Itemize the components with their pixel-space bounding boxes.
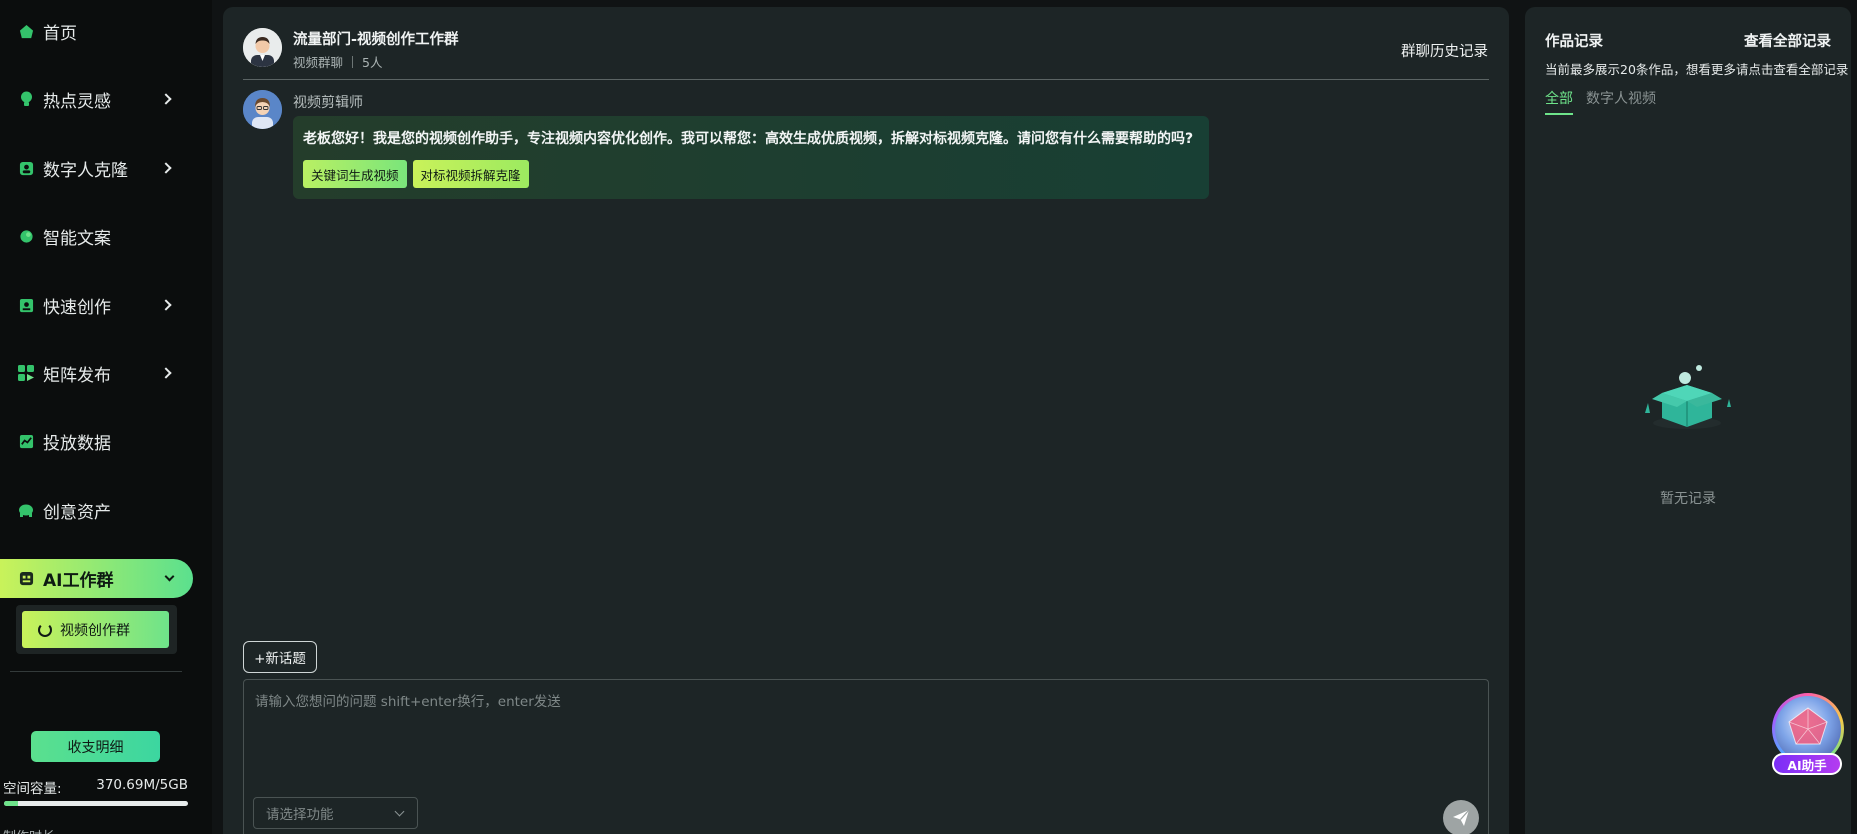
chat-header: 流量部门-视频创作工作群 视频群聊 5人 群聊历史记录	[223, 7, 1509, 80]
sidebar: 首页 热点灵感 数字人克隆 智能文案 快速创作 矩阵发布 投放数据 创意资产 A…	[0, 0, 212, 834]
ai-assistant-button[interactable]: AI助手	[1770, 693, 1846, 777]
ledger-button[interactable]: 收支明细	[31, 731, 160, 762]
chat-history-link[interactable]: 群聊历史记录	[1401, 40, 1488, 61]
view-all-works-link[interactable]: 查看全部记录	[1744, 30, 1831, 51]
bulb-icon	[18, 91, 34, 107]
sidebar-item-label: 快速创作	[43, 297, 111, 318]
keyword-video-button[interactable]: 关键词生成视频	[303, 160, 407, 188]
chevron-down-icon	[164, 571, 175, 582]
chevron-right-icon	[160, 367, 172, 379]
assets-icon	[18, 502, 34, 518]
sidebar-item-label: 智能文案	[43, 228, 111, 249]
storage-label: 空间容量:	[3, 781, 62, 797]
tab-all[interactable]: 全部	[1545, 88, 1573, 115]
sidebar-item-matrix-publish[interactable]: 矩阵发布	[0, 353, 190, 393]
sidebar-item-copywriting[interactable]: 智能文案	[0, 216, 190, 256]
chevron-down-icon	[394, 806, 405, 816]
sidebar-item-label: AI工作群	[43, 571, 114, 591]
chevron-right-icon	[160, 162, 172, 174]
sidebar-item-digital-human[interactable]: 数字人克隆	[0, 148, 190, 188]
group-meta: 视频群聊 5人	[293, 52, 382, 71]
tab-digital-human-video[interactable]: 数字人视频	[1586, 88, 1656, 108]
sidebar-item-label: 矩阵发布	[43, 365, 111, 386]
send-icon	[1453, 809, 1470, 826]
group-title: 流量部门-视频创作工作群	[293, 32, 459, 48]
sidebar-item-label: 投放数据	[43, 433, 111, 454]
robot-icon	[18, 571, 34, 587]
digital-human-icon	[18, 160, 34, 176]
works-title: 作品记录	[1545, 34, 1603, 50]
chat-input[interactable]	[244, 680, 1488, 790]
storage-info: 空间容量: 370.69M/5GB	[3, 777, 188, 797]
refresh-icon	[38, 622, 52, 637]
production-time-label: 制作时长	[3, 826, 188, 834]
sidebar-subitem-label: 视频创作群	[60, 622, 130, 639]
sidebar-item-label: 数字人克隆	[43, 160, 128, 181]
message-actions: 关键词生成视频 对标视频拆解克隆	[303, 160, 1199, 188]
ai-assistant-label: AI助手	[1772, 753, 1842, 775]
group-type: 视频群聊	[293, 55, 344, 70]
quick-create-icon	[18, 297, 34, 313]
function-select-placeholder: 请选择功能	[266, 807, 334, 823]
clone-video-button[interactable]: 对标视频拆解克隆	[412, 160, 529, 188]
sidebar-item-label: 首页	[43, 23, 77, 44]
group-avatar	[243, 28, 282, 67]
matrix-icon	[18, 365, 34, 381]
new-topic-button[interactable]: +新话题	[243, 641, 317, 673]
function-select[interactable]: 请选择功能	[253, 797, 418, 829]
bot-avatar	[243, 90, 282, 129]
storage-value: 370.69M/5GB	[96, 777, 188, 793]
empty-state-text: 暂无记录	[1660, 491, 1716, 507]
storage-progress-bar	[4, 801, 188, 806]
sidebar-item-label: 创意资产	[43, 502, 111, 523]
sidebar-item-hot-ideas[interactable]: 热点灵感	[0, 79, 190, 119]
message-bubble: 老板您好！我是您的视频创作助手，专注视频内容优化创作。我可以帮您：高效生成优质视…	[293, 116, 1209, 199]
works-note: 当前最多展示20条作品，想看更多请点击查看全部记录	[1545, 62, 1849, 77]
chat-input-box: 请选择功能	[243, 679, 1489, 834]
copywriting-icon	[18, 228, 34, 244]
divider	[10, 671, 182, 672]
home-icon	[18, 23, 34, 39]
sidebar-item-quick-create[interactable]: 快速创作	[0, 285, 190, 325]
sidebar-item-home[interactable]: 首页	[0, 11, 190, 51]
sidebar-subitem-video-group[interactable]: 视频创作群	[22, 611, 169, 648]
message-sender: 视频剪辑师	[293, 95, 363, 111]
chevron-right-icon	[160, 299, 172, 311]
empty-box-icon	[1637, 363, 1737, 443]
storage-progress-fill	[4, 801, 18, 806]
sidebar-item-creative-assets[interactable]: 创意资产	[0, 490, 190, 530]
sidebar-item-label: 热点灵感	[43, 91, 111, 112]
send-button[interactable]	[1443, 800, 1479, 834]
sidebar-submenu: 视频创作群	[16, 605, 177, 654]
sidebar-item-ad-data[interactable]: 投放数据	[0, 421, 190, 461]
member-count: 5人	[362, 55, 383, 70]
message-text: 老板您好！我是您的视频创作助手，专注视频内容优化创作。我可以帮您：高效生成优质视…	[303, 131, 1194, 147]
header-divider	[243, 79, 1489, 80]
sidebar-item-ai-workgroup[interactable]: AI工作群	[0, 559, 193, 598]
chat-panel: 流量部门-视频创作工作群 视频群聊 5人 群聊历史记录 视频剪辑师 老板您好！我…	[223, 7, 1509, 834]
data-chart-icon	[18, 433, 34, 449]
chevron-right-icon	[160, 93, 172, 105]
separator	[352, 55, 354, 68]
